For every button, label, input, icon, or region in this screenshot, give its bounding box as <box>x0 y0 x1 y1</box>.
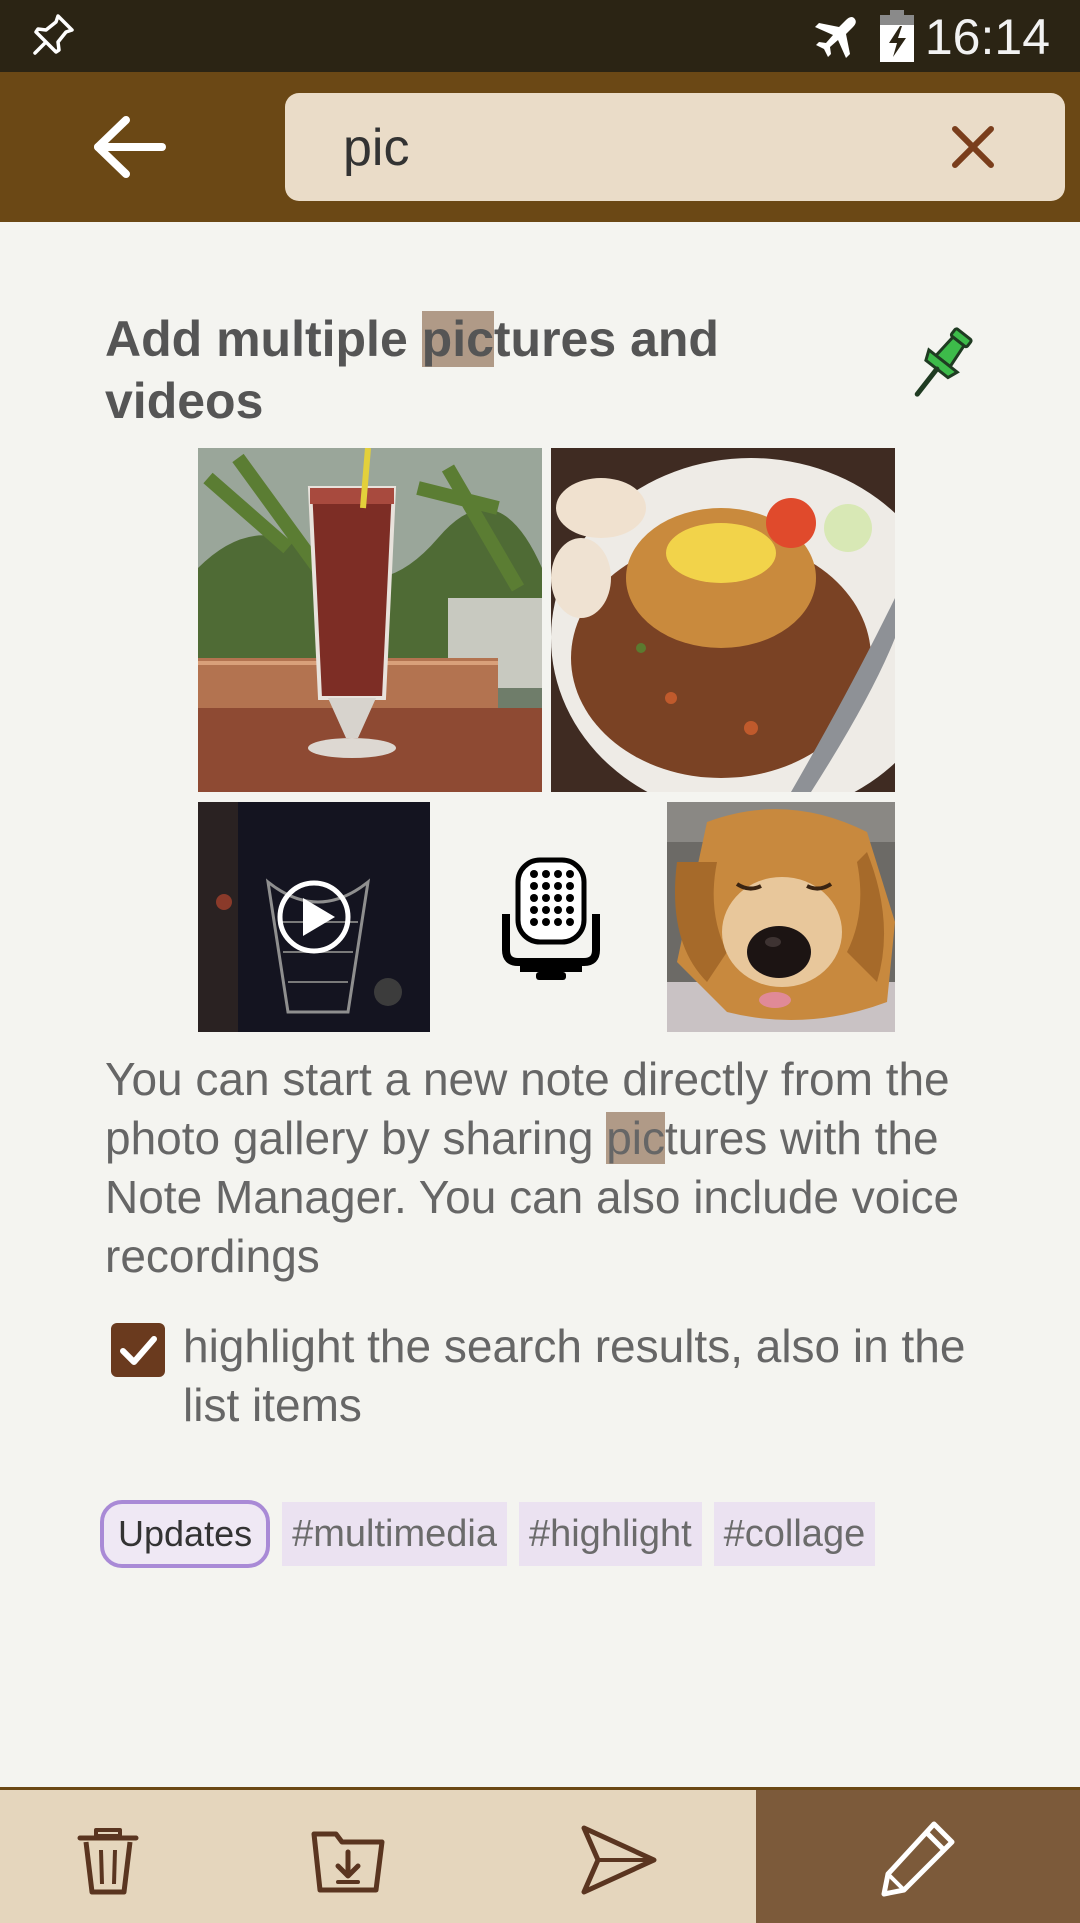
search-toolbar <box>0 72 1080 222</box>
tag-chip[interactable]: #collage <box>713 1502 876 1566</box>
clock: 16:14 <box>924 9 1050 65</box>
title-text-before: Add multiple <box>105 311 422 367</box>
attachment-photo-dog[interactable] <box>667 802 895 1032</box>
attachment-photo-food[interactable] <box>551 448 895 792</box>
tag-chip[interactable]: #multimedia <box>282 1502 507 1566</box>
attachment-photo-drink[interactable] <box>198 448 542 792</box>
tag-row: Updates #multimedia #highlight #collage <box>100 1500 876 1568</box>
checklist-label: highlight the search results, also in th… <box>183 1320 966 1431</box>
note-body: You can start a new note directly from t… <box>105 1050 985 1286</box>
food-photo <box>551 448 895 792</box>
airplane-mode-icon <box>815 16 856 59</box>
title-search-highlight: pic <box>421 311 494 367</box>
folder-download-icon <box>311 1831 385 1893</box>
category-chip[interactable]: Updates <box>100 1500 271 1568</box>
body-search-highlight: pic <box>606 1112 666 1164</box>
microphone-icon <box>502 857 600 980</box>
edit-note-button[interactable] <box>756 1790 1080 1923</box>
attachment-voice-recording[interactable] <box>440 802 660 1032</box>
send-button[interactable] <box>578 1820 658 1900</box>
search-box <box>285 93 1065 201</box>
dog-photo <box>667 802 895 1032</box>
battery-charging-icon <box>880 10 914 62</box>
pushpin-icon[interactable] <box>900 320 980 410</box>
search-input[interactable] <box>341 111 925 185</box>
video-thumbnail <box>198 802 430 1032</box>
archive-button[interactable] <box>308 1820 388 1900</box>
bottom-action-bar <box>0 1787 1080 1923</box>
clear-search-button[interactable] <box>945 119 1001 175</box>
trash-icon <box>77 1828 139 1895</box>
note-title: Add multiple pictures and videos <box>105 308 825 432</box>
checklist-checkbox[interactable] <box>111 1323 165 1377</box>
check-icon <box>120 1336 157 1365</box>
attachment-video[interactable] <box>198 802 430 1032</box>
tag-chip[interactable]: #highlight <box>518 1502 702 1566</box>
pin-icon <box>33 14 74 55</box>
note-detail: Add multiple pictures and videos You can… <box>0 222 1080 1787</box>
pencil-icon <box>881 1821 955 1897</box>
send-icon <box>581 1825 657 1895</box>
back-button[interactable] <box>90 112 170 182</box>
status-bar: 16:14 <box>0 0 1080 72</box>
drink-photo <box>198 448 542 792</box>
delete-button[interactable] <box>68 1820 148 1900</box>
